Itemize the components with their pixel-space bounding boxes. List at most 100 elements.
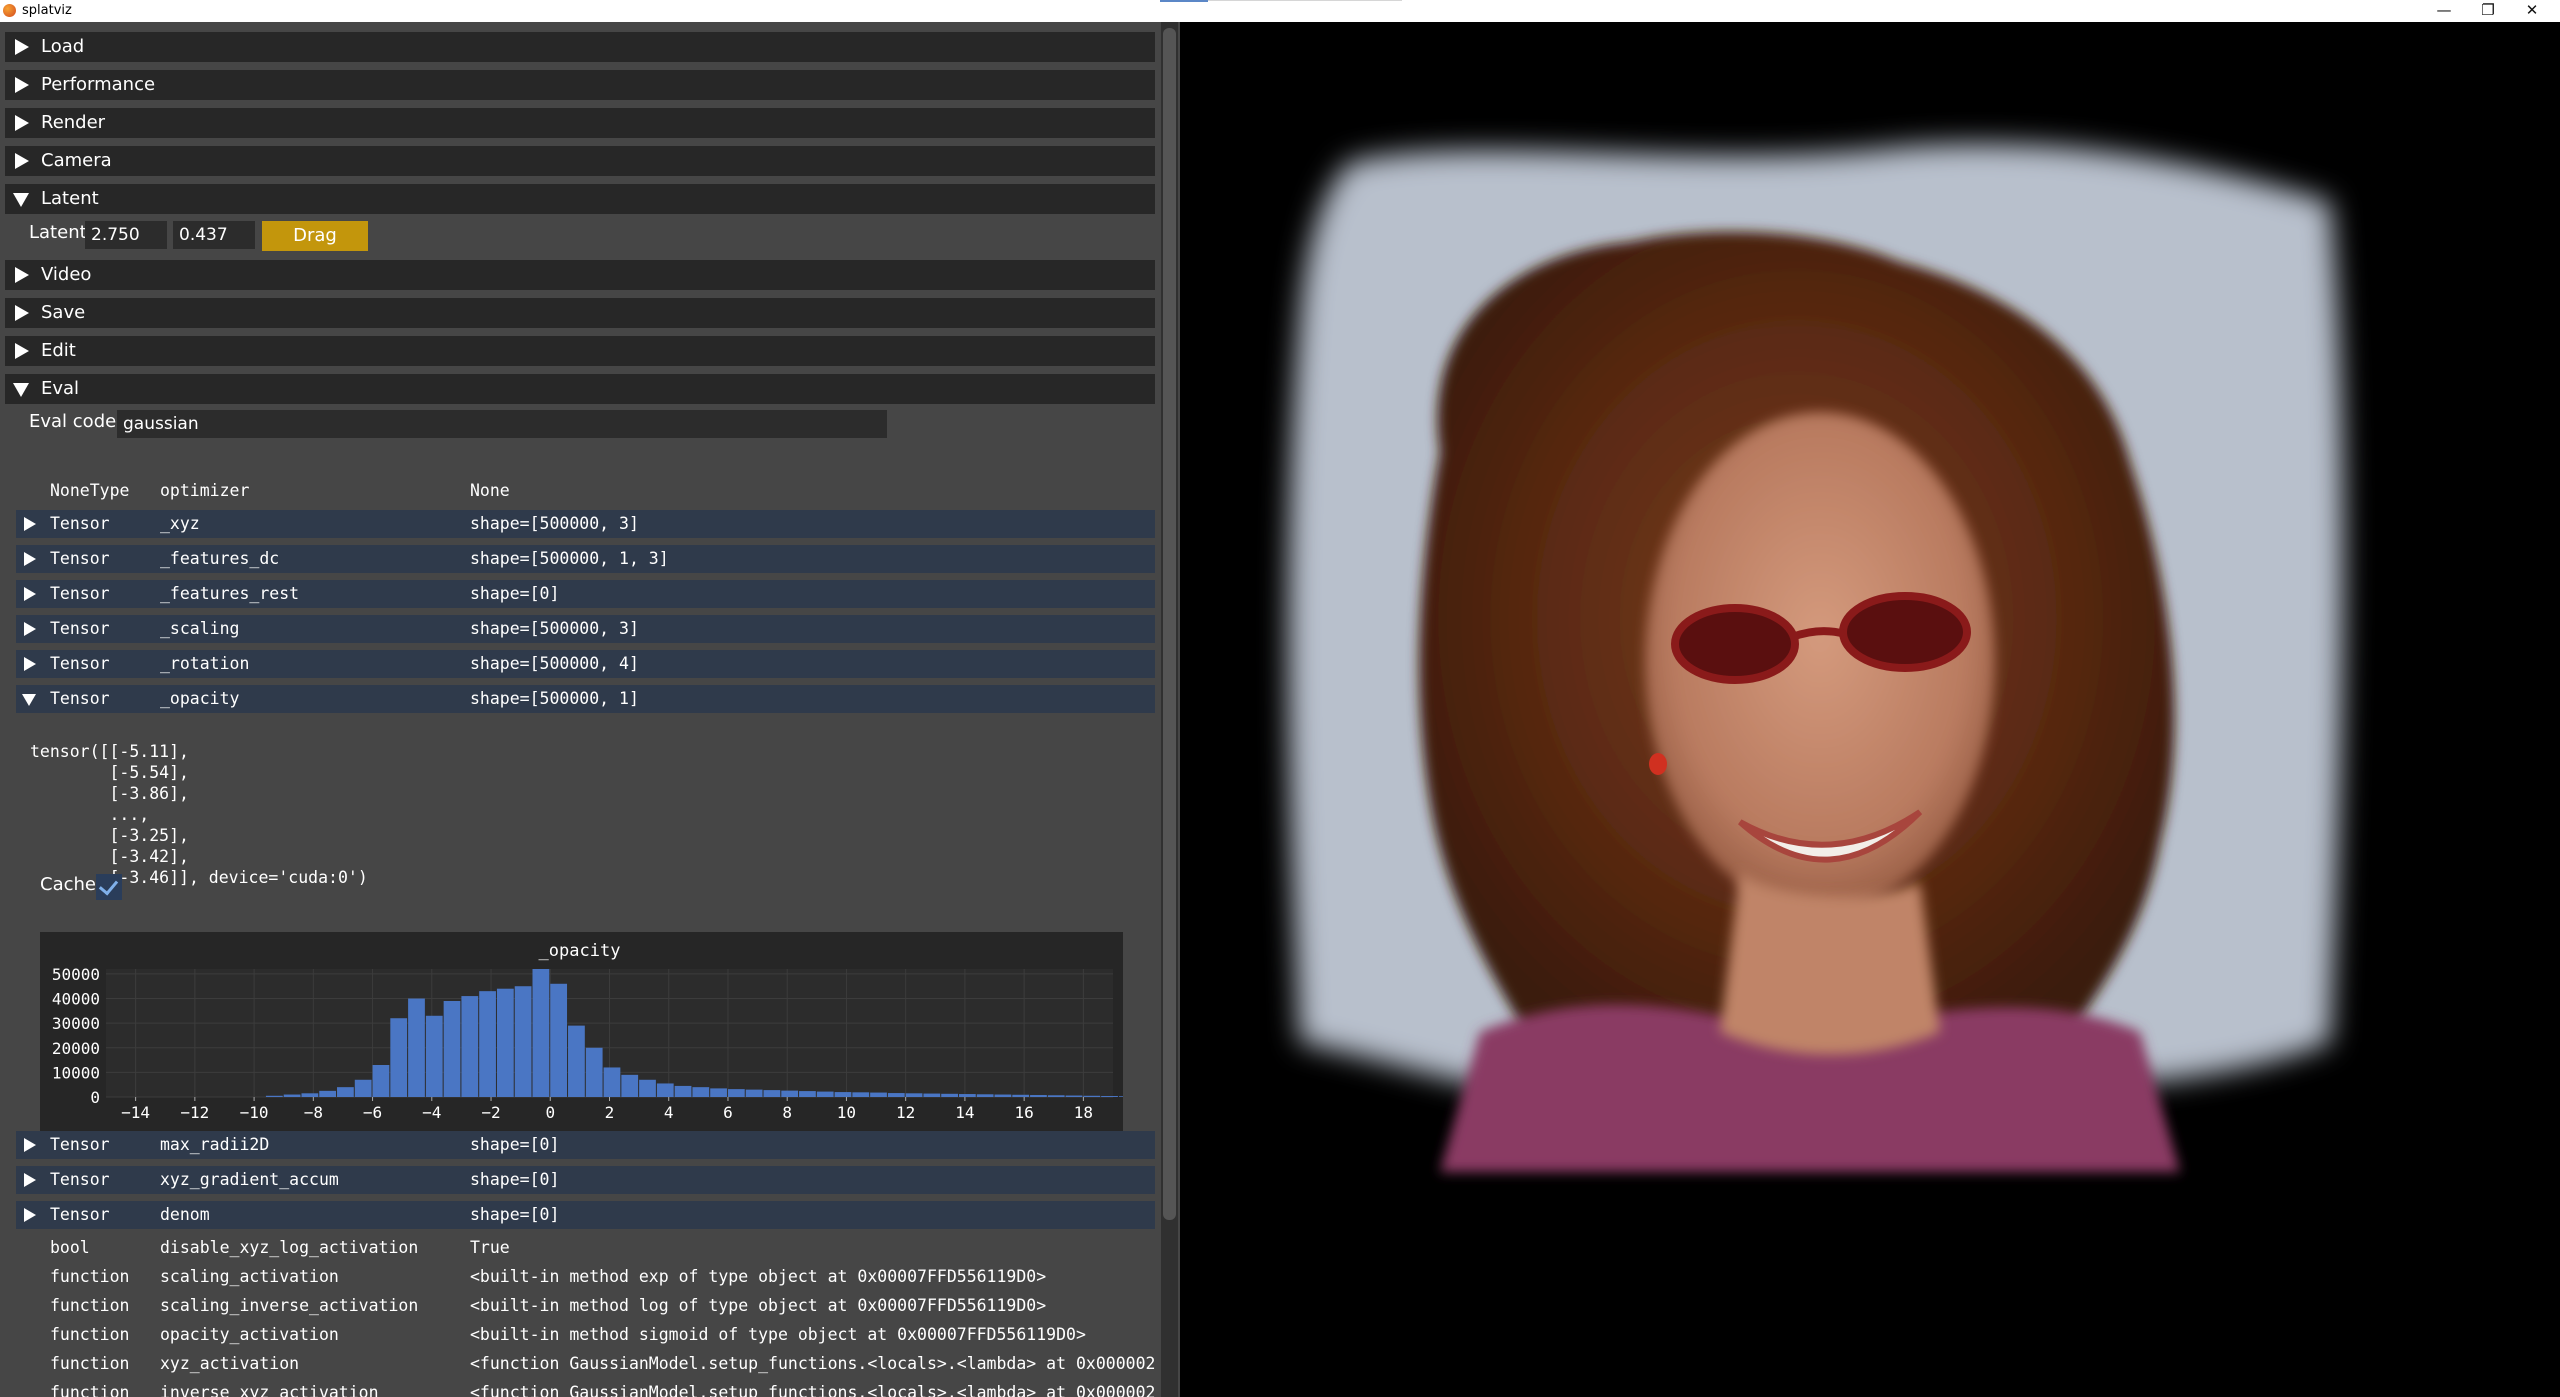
row-name: scaling_inverse_activation — [160, 1296, 419, 1315]
histogram-svg: _opacity 0 10000 20000 30000 40000 50000 −14 −12… — [52, 941, 1154, 1122]
row-type: Tensor — [50, 619, 110, 638]
collapse-arrow-icon — [22, 694, 36, 706]
tree-row-inverse-xyz-activation: function inverse_xyz_activation <functio… — [16, 1379, 1155, 1397]
histogram-bar — [674, 1085, 692, 1097]
restore-button[interactable]: ❐ — [2466, 0, 2510, 22]
section-render[interactable]: Render — [5, 108, 1155, 138]
histogram-bar — [834, 1092, 852, 1097]
tree-row-max-radii[interactable]: Tensor max_radii2D shape=[0] — [16, 1131, 1155, 1159]
row-value: shape=[0] — [470, 584, 560, 603]
histogram-bar — [496, 988, 514, 1097]
row-type: Tensor — [50, 1135, 110, 1154]
histogram-bar — [1083, 1095, 1101, 1097]
x-tick-label: 10 — [837, 1103, 856, 1122]
row-name: xyz_activation — [160, 1354, 300, 1373]
y-tick-label: 10000 — [52, 1063, 100, 1082]
drag-button[interactable]: Drag — [262, 221, 368, 251]
histogram-bar — [1065, 1095, 1083, 1097]
histogram-bar — [1101, 1096, 1118, 1097]
row-value: shape=[500000, 1, 3] — [470, 549, 669, 568]
row-type: function — [50, 1296, 130, 1315]
tree-row-features-dc[interactable]: Tensor _features_dc shape=[500000, 1, 3] — [16, 545, 1155, 573]
section-camera[interactable]: Camera — [5, 146, 1155, 176]
tree-row-disable-xyz-log: bool disable_xyz_log_activation True — [16, 1234, 1155, 1262]
row-name: _rotation — [160, 654, 250, 673]
tree-row-xyz-activation: function xyz_activation <function Gaussi… — [16, 1350, 1155, 1378]
tree-row-opacity-activation: function opacity_activation <built-in me… — [16, 1321, 1155, 1349]
tree-row-scaling-inverse-activation: function scaling_inverse_activation <bui… — [16, 1292, 1155, 1320]
section-latent[interactable]: Latent — [5, 184, 1155, 214]
opacity-histogram: _opacity 0 10000 20000 30000 40000 50000 −14 −12… — [40, 932, 1154, 1131]
minimize-button[interactable]: — — [2422, 0, 2466, 22]
scrollbar-thumb[interactable] — [1163, 28, 1176, 1220]
section-save[interactable]: Save — [5, 298, 1155, 328]
expand-arrow-icon — [24, 1173, 36, 1187]
row-value: <function GaussianModel.setup_functions.… — [470, 1354, 1156, 1373]
close-button[interactable]: ✕ — [2510, 0, 2554, 22]
histogram-bar — [283, 1094, 301, 1097]
row-type: function — [50, 1383, 130, 1397]
x-tick-label: −14 — [121, 1103, 150, 1122]
row-name: disable_xyz_log_activation — [160, 1238, 419, 1257]
histogram-bar — [461, 996, 479, 1097]
tree-row-scaling[interactable]: Tensor _scaling shape=[500000, 3] — [16, 615, 1155, 643]
row-name: optimizer — [160, 481, 250, 500]
window-title: splatviz — [22, 3, 72, 18]
latent-y-input[interactable]: 0.437 — [173, 221, 255, 249]
row-value: shape=[500000, 4] — [470, 654, 639, 673]
histogram-bar — [852, 1092, 870, 1097]
x-tick-label: −10 — [240, 1103, 269, 1122]
render-viewport[interactable] — [1180, 22, 2560, 1397]
tree-row-denom[interactable]: Tensor denom shape=[0] — [16, 1201, 1155, 1229]
histogram-bar — [443, 1001, 461, 1097]
row-value: shape=[0] — [470, 1170, 560, 1189]
row-type: NoneType — [50, 481, 130, 500]
section-load[interactable]: Load — [5, 32, 1155, 62]
expand-arrow-icon — [15, 77, 29, 93]
latent-x-input[interactable]: 2.750 — [85, 221, 167, 249]
section-label: Performance — [41, 74, 156, 95]
section-edit[interactable]: Edit — [5, 336, 1155, 366]
histogram-bar — [816, 1091, 834, 1097]
panel-scrollbar[interactable] — [1161, 22, 1178, 1397]
row-value: shape=[0] — [470, 1135, 560, 1154]
row-value: None — [470, 481, 510, 500]
tree-row-xyz-gradient-accum[interactable]: Tensor xyz_gradient_accum shape=[0] — [16, 1166, 1155, 1194]
histogram-bar — [585, 1047, 603, 1097]
histogram-bar — [1118, 1096, 1136, 1097]
histogram-bar — [781, 1090, 799, 1097]
histogram-bar — [319, 1090, 337, 1097]
x-tick-label: −2 — [481, 1103, 500, 1122]
y-tick-label: 0 — [90, 1088, 100, 1107]
tree-row-rotation[interactable]: Tensor _rotation shape=[500000, 4] — [16, 650, 1155, 678]
section-label: Latent — [41, 188, 99, 209]
row-type: Tensor — [50, 1170, 110, 1189]
section-eval[interactable]: Eval — [5, 374, 1155, 404]
row-type: Tensor — [50, 584, 110, 603]
opacity-tensor-text: tensor([[-5.11], [-5.54], [-3.86], ..., … — [30, 742, 368, 887]
eval-code-input[interactable]: gaussian — [117, 410, 887, 438]
row-value: shape=[500000, 3] — [470, 619, 639, 638]
x-tick-label: −8 — [304, 1103, 323, 1122]
histogram-bar — [656, 1083, 674, 1097]
row-type: function — [50, 1354, 130, 1373]
row-type: Tensor — [50, 654, 110, 673]
tree-row-xyz[interactable]: Tensor _xyz shape=[500000, 3] — [16, 510, 1155, 538]
row-name: inverse_xyz_activation — [160, 1383, 379, 1397]
x-tick-label: 16 — [1015, 1103, 1034, 1122]
earring-icon — [1649, 753, 1667, 775]
x-tick-label: 18 — [1074, 1103, 1093, 1122]
section-label: Load — [41, 36, 85, 57]
x-tick-label: 12 — [896, 1103, 915, 1122]
neck-region — [1720, 872, 1940, 1055]
cache-checkbox[interactable] — [96, 874, 122, 900]
tree-row-opacity[interactable]: Tensor _opacity shape=[500000, 1] — [16, 685, 1155, 713]
section-video[interactable]: Video — [5, 260, 1155, 290]
histogram-bar — [994, 1094, 1012, 1097]
tree-row-features-rest[interactable]: Tensor _features_rest shape=[0] — [16, 580, 1155, 608]
section-performance[interactable]: Performance — [5, 70, 1155, 100]
row-name: max_radii2D — [160, 1135, 270, 1154]
histogram-bar — [639, 1079, 656, 1097]
histogram-bar — [905, 1093, 923, 1097]
row-type: Tensor — [50, 689, 110, 708]
